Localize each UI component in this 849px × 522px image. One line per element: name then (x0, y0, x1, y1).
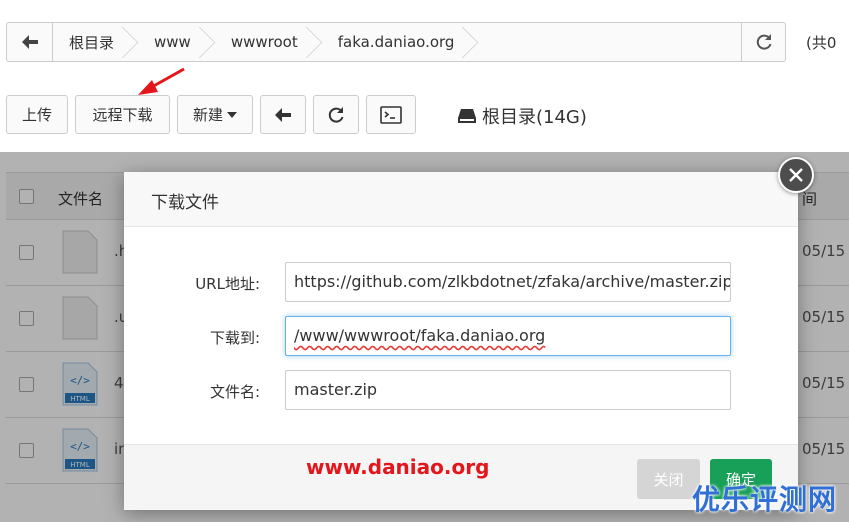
download-file-dialog: 下载文件 URL地址: https://github.com/zlkbdotne… (124, 172, 798, 510)
filename-input[interactable]: master.zip (285, 370, 731, 410)
site-watermark: www.daniao.org (306, 455, 490, 479)
dialog-title: 下载文件 (124, 172, 798, 227)
corner-watermark: 优乐评测网 (692, 483, 838, 516)
url-row: URL地址: https://github.com/zlkbdotnet/zfa… (124, 262, 798, 304)
close-button[interactable]: 关闭 (637, 459, 700, 499)
url-label: URL地址: (195, 275, 260, 293)
filename-row: 文件名: master.zip (124, 370, 798, 412)
url-input[interactable]: https://github.com/zlkbdotnet/zfaka/arch… (285, 262, 731, 302)
filename-label: 文件名: (209, 383, 260, 401)
target-row: 下载到: /www/wwwroot/faka.daniao.org (124, 316, 798, 358)
target-path-input[interactable]: /www/wwwroot/faka.daniao.org (285, 316, 731, 356)
target-label: 下载到: (209, 329, 260, 347)
close-icon (789, 168, 803, 182)
target-path-value: /www/wwwroot/faka.daniao.org (294, 326, 546, 345)
dialog-close-button[interactable] (778, 157, 814, 193)
